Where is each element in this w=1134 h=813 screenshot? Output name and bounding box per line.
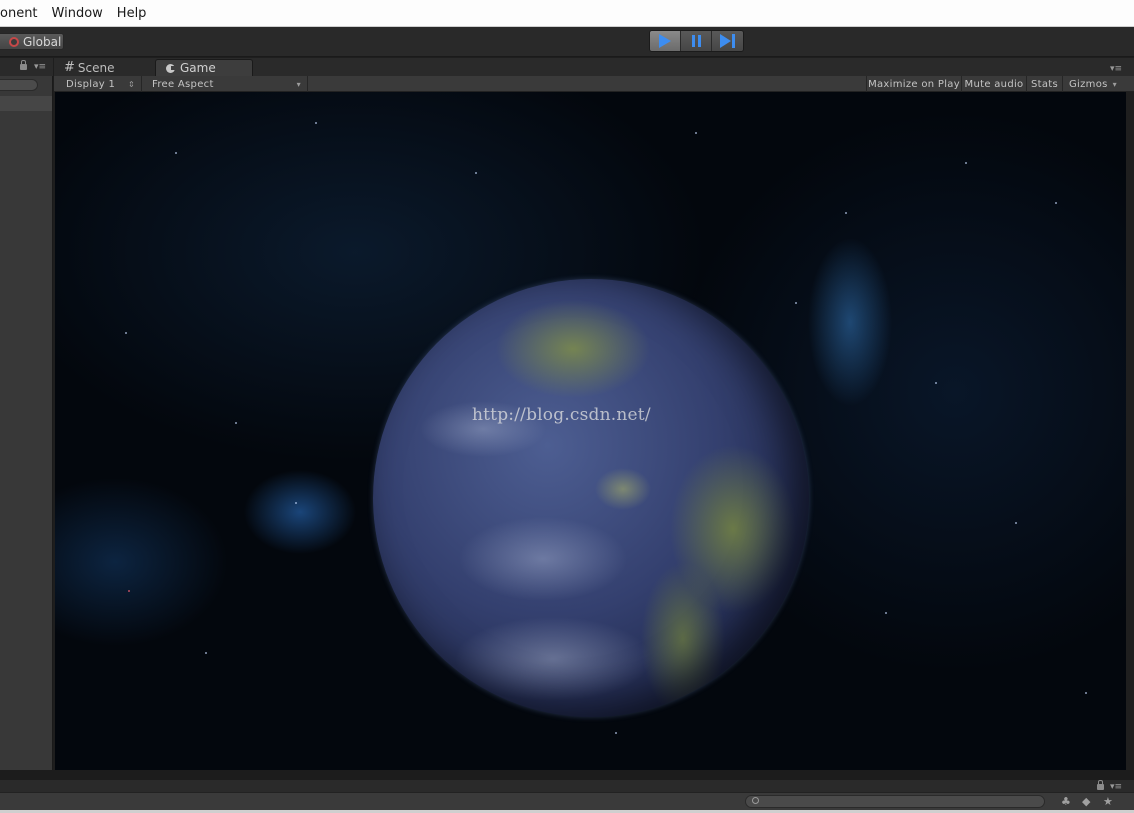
play-button[interactable]: [650, 31, 681, 51]
grid-icon: #: [64, 60, 75, 75]
menu-component[interactable]: onent: [0, 6, 45, 21]
game-view-toolbar: Display 1 ⇕ Free Aspect ▾ Maximize on Pl…: [54, 76, 1134, 92]
hierarchy-search-input[interactable]: [0, 79, 38, 91]
star: [315, 122, 317, 124]
earth-globe: [373, 279, 809, 717]
lock-icon[interactable]: [20, 60, 27, 70]
star: [935, 382, 937, 384]
play-icon: [659, 34, 671, 48]
hierarchy-row[interactable]: [0, 96, 52, 111]
project-toolbar: ♣ ◆ ★: [0, 792, 1134, 810]
star: [128, 590, 130, 592]
mute-audio-button[interactable]: Mute audio: [961, 76, 1026, 92]
star: [295, 502, 297, 504]
star: [615, 732, 617, 734]
star: [475, 172, 477, 174]
updown-arrow-icon: ⇕: [127, 79, 135, 89]
tab-game[interactable]: Game: [155, 59, 253, 76]
panel-menu-icon[interactable]: ▾≡: [34, 63, 46, 72]
main-toolbar: Global: [0, 27, 1134, 57]
chevron-down-icon: ▾: [296, 79, 301, 89]
filter-by-type-icon[interactable]: ♣: [1061, 795, 1071, 808]
playback-controls: [649, 30, 744, 52]
aspect-dropdown-label: Free Aspect: [152, 78, 214, 90]
step-button[interactable]: [712, 31, 743, 51]
project-search-input[interactable]: [745, 795, 1045, 808]
star: [205, 652, 207, 654]
star: [965, 162, 967, 164]
star: [235, 422, 237, 424]
gizmos-label: Gizmos: [1069, 78, 1108, 90]
star: [1055, 202, 1057, 204]
star: [695, 132, 697, 134]
panel-menu-icon[interactable]: ▾≡: [1110, 783, 1122, 792]
right-edge-bar: [1126, 92, 1134, 770]
star: [1015, 522, 1017, 524]
star-icon[interactable]: ★: [1103, 795, 1113, 808]
panel-separator[interactable]: [0, 770, 1134, 780]
star: [845, 212, 847, 214]
lock-icon[interactable]: [1097, 780, 1104, 790]
pause-button[interactable]: [681, 31, 712, 51]
maximize-on-play-button[interactable]: Maximize on Play: [866, 76, 961, 92]
aspect-dropdown[interactable]: Free Aspect ▾: [140, 76, 308, 92]
hierarchy-tabstrip: ▾≡: [0, 58, 53, 76]
global-icon: [9, 36, 19, 47]
pivot-rotation-global-button[interactable]: Global: [0, 33, 64, 50]
hierarchy-panel: ▾≡: [0, 58, 53, 771]
menu-window[interactable]: Window: [45, 6, 110, 21]
tag-icon[interactable]: ◆: [1082, 795, 1090, 808]
game-viewport[interactable]: http://blog.csdn.net/: [55, 92, 1126, 770]
tab-scene[interactable]: # Scene: [60, 59, 156, 76]
tab-game-label: Game: [180, 61, 216, 75]
chevron-down-icon: ▾: [1112, 79, 1117, 89]
global-label: Global: [23, 34, 62, 49]
gizmos-dropdown[interactable]: Gizmos ▾: [1062, 76, 1120, 92]
step-icon: [720, 34, 735, 48]
display-dropdown-label: Display 1: [66, 78, 116, 90]
project-tabstrip: ▾≡: [0, 780, 1134, 792]
view-tabstrip: # Scene Game ▾≡: [54, 58, 1134, 76]
display-dropdown[interactable]: Display 1 ⇕: [54, 76, 142, 92]
menubar: onent Window Help: [0, 0, 1134, 27]
search-icon: [752, 797, 759, 804]
star: [1085, 692, 1087, 694]
star: [885, 612, 887, 614]
stats-button[interactable]: Stats: [1026, 76, 1062, 92]
star: [175, 152, 177, 154]
menu-help[interactable]: Help: [110, 6, 154, 21]
star: [795, 302, 797, 304]
star: [125, 332, 127, 334]
pacman-icon: [166, 63, 176, 73]
view-menu-icon[interactable]: ▾≡: [1110, 65, 1122, 74]
pause-icon: [691, 35, 701, 47]
tab-scene-label: Scene: [77, 60, 115, 75]
watermark-text: http://blog.csdn.net/: [472, 405, 651, 425]
